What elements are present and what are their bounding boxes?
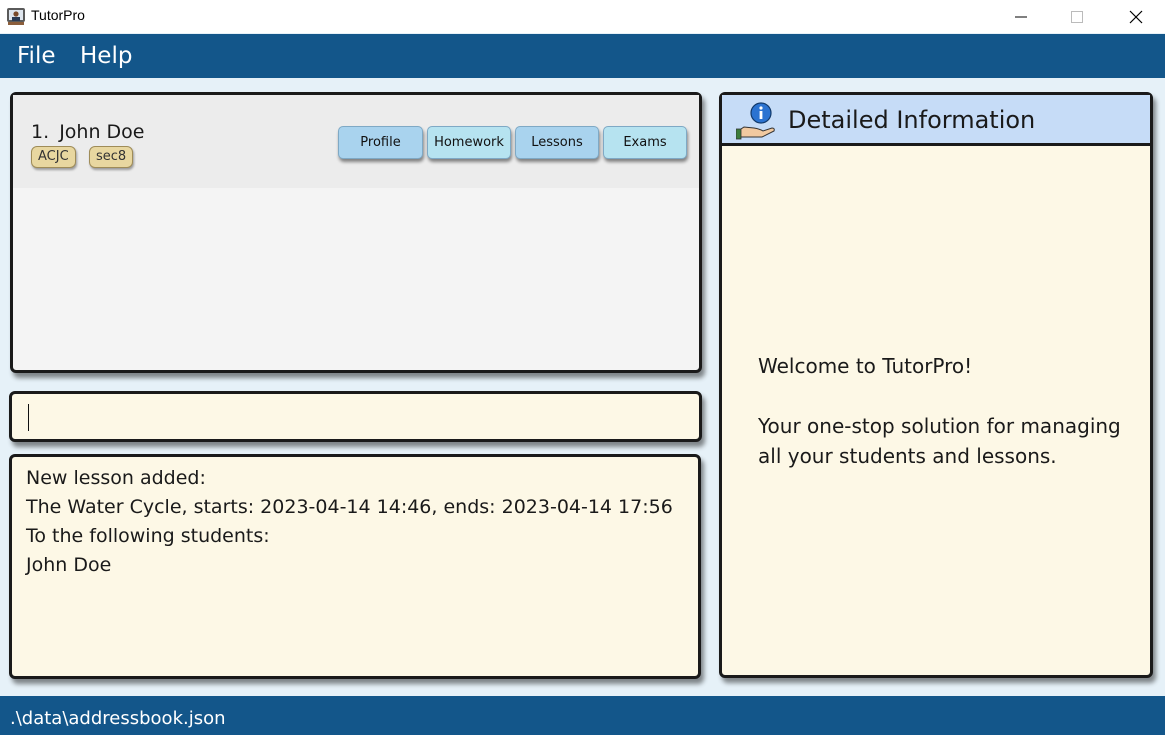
result-line-1: New lesson added: <box>26 467 206 489</box>
detail-title: Detailed Information <box>788 106 1036 134</box>
close-button[interactable] <box>1113 0 1159 33</box>
exams-button[interactable]: Exams <box>603 126 687 159</box>
menu-file[interactable]: File <box>17 43 56 69</box>
person-list-panel[interactable]: 1. John Doe ACJC sec8 Profile Homework L… <box>10 92 702 373</box>
detail-panel: Detailed Information Welcome to TutorPro… <box>719 92 1153 678</box>
menu-help[interactable]: Help <box>80 43 132 69</box>
result-line-4: John Doe <box>26 554 112 576</box>
info-hand-icon <box>736 102 775 140</box>
tutor-app-icon <box>7 8 25 25</box>
detail-header: Detailed Information <box>722 95 1150 146</box>
tag-sec8: sec8 <box>89 146 134 168</box>
person-card[interactable]: 1. John Doe ACJC sec8 Profile Homework L… <box>13 95 699 188</box>
menu-bar: File Help <box>0 34 1165 78</box>
maximize-button[interactable] <box>1054 0 1100 33</box>
welcome-line-1: Welcome to TutorPro! <box>758 354 973 378</box>
minimize-button[interactable] <box>998 0 1044 33</box>
welcome-line-4: all your students and lessons. <box>758 444 1057 468</box>
person-index: 1. <box>31 121 50 143</box>
person-name-line: 1. John Doe <box>31 121 144 143</box>
maximize-icon <box>1071 10 1083 23</box>
title-bar: TutorPro <box>0 0 1165 33</box>
window-title: TutorPro <box>31 7 85 23</box>
text-caret <box>28 404 29 431</box>
homework-button[interactable]: Homework <box>427 126 511 159</box>
person-name: John Doe <box>59 121 145 143</box>
close-icon <box>1129 10 1143 23</box>
welcome-line-3: Your one-stop solution for managing <box>758 414 1121 438</box>
result-line-3: To the following students: <box>26 525 270 547</box>
data-file-path: .\data\addressbook.json <box>10 708 226 729</box>
lessons-button[interactable]: Lessons <box>515 126 599 159</box>
tag-acjc: ACJC <box>31 146 76 168</box>
minimize-icon <box>1015 16 1027 17</box>
command-box[interactable] <box>9 391 702 442</box>
result-display: New lesson added: The Water Cycle, start… <box>9 454 701 679</box>
profile-button[interactable]: Profile <box>338 126 423 159</box>
result-line-2: The Water Cycle, starts: 2023-04-14 14:4… <box>26 496 673 518</box>
status-bar: .\data\addressbook.json <box>0 696 1165 735</box>
